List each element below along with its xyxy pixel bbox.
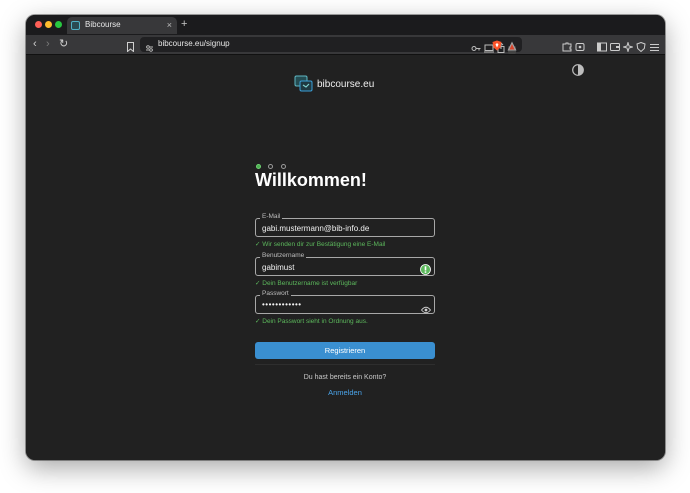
email-label: E-Mail	[260, 213, 283, 221]
forward-button[interactable]: ›	[46, 37, 50, 51]
tab-bibcourse[interactable]: Bibcourse ×	[67, 17, 177, 34]
username-label: Benutzername	[260, 252, 307, 260]
email-field[interactable]: E-Mail gabi.mustermann@bib-info.de	[255, 213, 435, 237]
divider	[255, 364, 435, 365]
rewards-icon[interactable]	[507, 38, 517, 56]
step-dot-2	[268, 164, 274, 169]
username-field[interactable]: Benutzername gabimust	[255, 252, 435, 276]
back-button[interactable]: ‹	[33, 37, 37, 51]
availability-check-icon	[420, 262, 431, 280]
register-button[interactable]: Registrieren	[255, 342, 435, 359]
login-question: Du hast bereits ein Konto?	[303, 374, 387, 381]
email-hint: ✓ Wir senden dir zur Bestätigung eine E-…	[255, 241, 386, 248]
password-value[interactable]: ••••••••••••	[262, 300, 302, 310]
url-text: bibcourse.eu/signup	[158, 39, 230, 48]
step-dot-1	[256, 164, 261, 169]
tab-title: Bibcourse	[85, 20, 121, 29]
close-window-button[interactable]	[35, 21, 42, 28]
password-field[interactable]: Passwort ••••••••••••	[255, 290, 435, 314]
minimize-window-button[interactable]	[45, 21, 52, 28]
tab-strip: Bibcourse × +	[26, 15, 665, 35]
favicon-icon	[71, 21, 80, 30]
address-bar[interactable]: bibcourse.eu/signup	[140, 37, 522, 54]
login-link[interactable]: Anmelden	[255, 388, 435, 397]
show-password-eye-icon[interactable]	[420, 301, 432, 319]
browser-toolbar: ‹ › ↻ bibcourse.eu/signup	[26, 35, 665, 55]
step-dot-3	[280, 164, 286, 169]
page-title: Willkommen!	[255, 170, 367, 190]
password-hint: ✓ Dein Passwort sieht in Ordnung aus.	[255, 318, 368, 325]
brand-name[interactable]: bibcourse.eu	[317, 79, 374, 90]
brave-shield-icon[interactable]	[492, 38, 502, 56]
password-label: Passwort	[260, 290, 291, 298]
tab-close-icon[interactable]: ×	[167, 19, 172, 31]
new-tab-button[interactable]: +	[181, 18, 187, 30]
signup-page: bibcourse.eu Willkommen! E-Mail gabi.mus…	[26, 55, 665, 460]
contrast-toggle-icon[interactable]	[572, 63, 584, 81]
browser-window: Bibcourse × + ‹ › ↻ bibcourse.eu/signup	[26, 15, 665, 460]
username-hint: ✓ Dein Benutzername ist verfügbar	[255, 280, 358, 287]
email-value[interactable]: gabi.mustermann@bib-info.de	[262, 224, 369, 234]
maximize-window-button[interactable]	[55, 21, 62, 28]
bibcourse-logo[interactable]	[294, 74, 314, 99]
reload-button[interactable]: ↻	[59, 37, 68, 51]
username-value[interactable]: gabimust	[262, 263, 294, 273]
